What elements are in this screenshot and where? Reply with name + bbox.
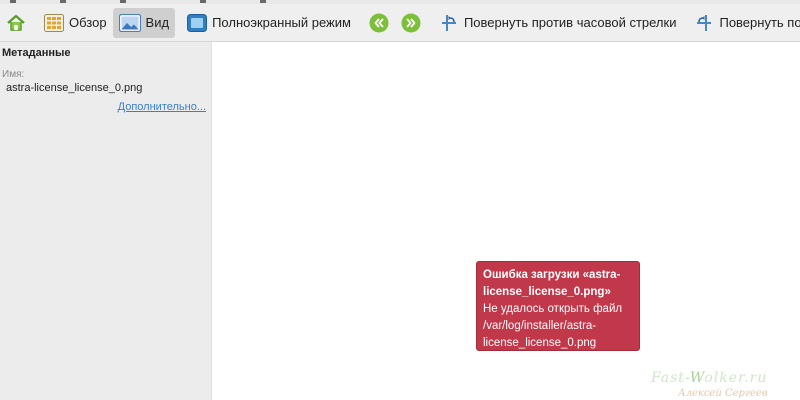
- error-message-box: Ошибка загрузки «astra-license_license_0…: [476, 261, 640, 351]
- grid-icon: [44, 13, 64, 32]
- metadata-sidebar: Метаданные Имя: astra-license_license_0.…: [0, 42, 212, 400]
- image-icon: [118, 13, 141, 32]
- menu-fragment: [10, 0, 16, 3]
- menu-fragment: [200, 0, 206, 3]
- overview-button[interactable]: Обзор: [38, 8, 113, 38]
- menu-fragment: [260, 0, 266, 3]
- home-button[interactable]: [0, 8, 32, 38]
- file-name-value: astra-license_license_0.png: [6, 82, 143, 94]
- error-description: Не удалось открыть файл /var/log/install…: [483, 303, 623, 349]
- more-metadata-link[interactable]: Дополнительно...: [118, 101, 206, 113]
- rotate-right-icon: [694, 13, 714, 33]
- author-signature: Алексей Сергеев: [678, 388, 768, 399]
- watermark-accent: W: [689, 370, 705, 386]
- double-chevron-left-icon: [369, 13, 389, 33]
- rotate-left-icon: [439, 13, 459, 33]
- rotate-cw-label: Повернуть по часо: [719, 15, 800, 30]
- watermark-suffix: olker.ru: [704, 370, 768, 386]
- view-button[interactable]: Вид: [112, 7, 176, 38]
- previous-image-button[interactable]: [363, 8, 395, 38]
- rotate-ccw-label: Повернуть против часовой стрелки: [463, 15, 677, 30]
- menu-fragment: [60, 0, 66, 3]
- fullscreen-label: Полноэкранный режим: [212, 15, 351, 30]
- view-label: Вид: [145, 15, 170, 30]
- home-icon: [6, 13, 26, 33]
- next-image-button[interactable]: [395, 8, 427, 38]
- menu-fragment: [120, 0, 126, 3]
- watermark-prefix: Fast-: [651, 370, 690, 386]
- rotate-ccw-button[interactable]: Повернуть против часовой стрелки: [433, 8, 683, 38]
- double-chevron-right-icon: [401, 13, 421, 33]
- fullscreen-button[interactable]: Полноэкранный режим: [181, 8, 357, 38]
- site-watermark: Fast-Wolker.ru: [651, 370, 767, 386]
- name-label: Имя:: [2, 69, 25, 80]
- metadata-title: Метаданные: [2, 47, 71, 59]
- main-toolbar: Обзор Вид Полноэкранный режим Повернуть …: [0, 4, 800, 42]
- rotate-cw-button[interactable]: Повернуть по часо: [688, 8, 800, 38]
- overview-label: Обзор: [69, 15, 107, 30]
- fullscreen-icon: [187, 13, 208, 32]
- error-title: Ошибка загрузки «astra-license_license_0…: [483, 269, 621, 298]
